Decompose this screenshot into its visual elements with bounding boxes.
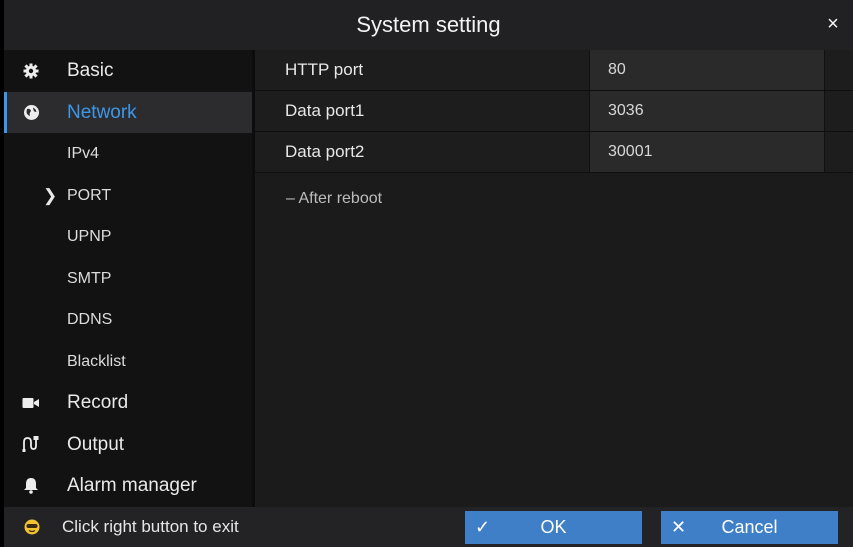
window-title: System setting [356, 12, 501, 37]
ok-button[interactable]: ✓ OK [465, 511, 642, 544]
globe-icon [20, 92, 42, 134]
exit-hint: Click right button to exit [62, 517, 239, 536]
output-icon [20, 424, 42, 466]
sidebar-item-label: DDNS [67, 311, 113, 328]
sidebar-item-record[interactable]: Record [4, 382, 252, 424]
sidebar-item-label: SMTP [67, 269, 112, 287]
sidebar-subitem-ddns[interactable]: DDNS [4, 299, 252, 341]
sidebar-subitem-ipv4[interactable]: IPv4 [4, 133, 252, 175]
sidebar-item-label: Network [67, 101, 137, 123]
system-setting-window: System setting × Basic Network IPv4 ❯ PO… [4, 0, 853, 547]
port-settings-panel: HTTP port 80 Data port1 3036 Data port2 … [255, 50, 853, 507]
close-icon[interactable]: × [821, 12, 845, 36]
sidebar-subitem-port[interactable]: ❯ PORT [4, 175, 252, 217]
ok-button-label: OK [540, 517, 567, 537]
data-port1-field[interactable]: 3036 [589, 91, 825, 131]
sidebar-item-label: Output [67, 433, 125, 455]
sidebar-item-label: Basic [67, 60, 114, 81]
http-port-label: HTTP port [285, 60, 364, 79]
data-port2-row: Data port2 30001 [255, 132, 853, 173]
footer-bar: Click right button to exit ✓ OK ✕ Cancel [4, 507, 853, 547]
sidebar-item-output[interactable]: Output [4, 424, 252, 466]
sidebar-subitem-upnp[interactable]: UPNP [4, 216, 252, 258]
sidebar-item-alarm-manager[interactable]: Alarm manager [4, 465, 252, 507]
data-port2-label: Data port2 [285, 142, 365, 161]
bell-icon [20, 465, 42, 507]
sidebar-item-label: IPv4 [67, 145, 100, 162]
sidebar-item-network[interactable]: Network [4, 91, 252, 134]
sidebar-item-label: Record [67, 392, 129, 413]
sidebar: Basic Network IPv4 ❯ PORT UPNP SMTP DDNS… [4, 50, 252, 507]
reboot-note: – After reboot [286, 190, 383, 207]
data-port2-field[interactable]: 30001 [589, 132, 825, 172]
data-port1-value: 3036 [608, 102, 644, 119]
data-port2-value: 30001 [608, 143, 653, 160]
sidebar-item-label: Blacklist [67, 352, 126, 370]
sidebar-item-label: Alarm manager [67, 475, 197, 496]
mouse-face-icon [24, 519, 40, 535]
sidebar-subitem-smtp[interactable]: SMTP [4, 258, 252, 300]
cancel-button-label: Cancel [721, 517, 778, 537]
data-port1-label: Data port1 [285, 101, 365, 120]
gear-icon [20, 50, 42, 92]
http-port-value: 80 [608, 61, 626, 78]
sidebar-subitem-blacklist[interactable]: Blacklist [4, 341, 252, 383]
sidebar-item-label: PORT [67, 186, 112, 204]
http-port-row: HTTP port 80 [255, 50, 853, 91]
cancel-button[interactable]: ✕ Cancel [661, 511, 838, 544]
data-port1-row: Data port1 3036 [255, 91, 853, 132]
sidebar-item-label: UPNP [67, 228, 112, 245]
title-bar: System setting × [4, 0, 853, 50]
sidebar-item-basic[interactable]: Basic [4, 50, 252, 92]
camera-icon [20, 382, 42, 424]
chevron-right-icon: ❯ [43, 185, 58, 205]
http-port-field[interactable]: 80 [589, 50, 825, 90]
